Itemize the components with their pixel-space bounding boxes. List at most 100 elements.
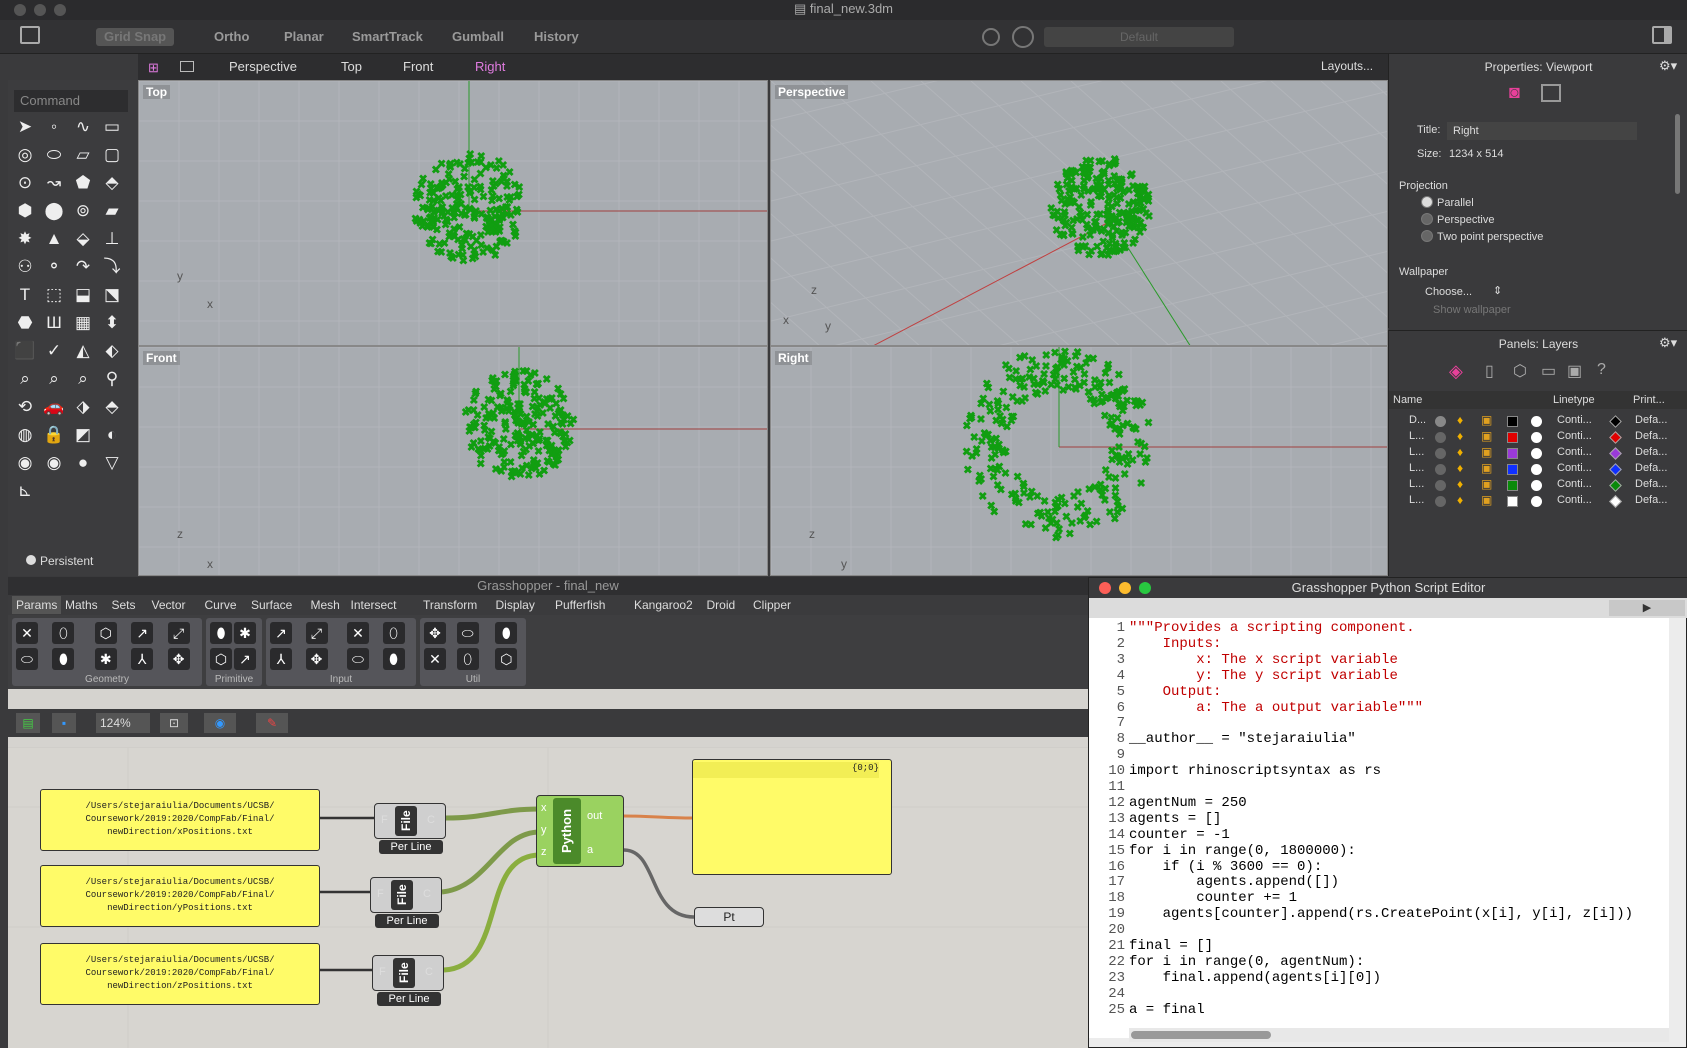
current-layer-icon[interactable] xyxy=(1435,416,1446,427)
current-layer-icon[interactable] xyxy=(1435,432,1446,443)
palette-component-icon[interactable]: ⬮ xyxy=(210,622,232,644)
current-layer-icon[interactable] xyxy=(1435,496,1446,507)
tool-icon-10[interactable]: ⬟ xyxy=(72,172,94,194)
palette-component-icon[interactable]: ⬯ xyxy=(382,622,405,644)
tool-icon-24[interactable]: T xyxy=(14,284,36,306)
layer-dropdown[interactable]: Default xyxy=(1044,27,1234,47)
tool-icon-48[interactable]: ◉ xyxy=(14,452,36,474)
gh-tab-params[interactable]: Params xyxy=(12,596,62,614)
material-icon[interactable] xyxy=(1531,432,1542,443)
code-area[interactable]: 1 """Provides a scripting component. 2 Inp… xyxy=(1089,618,1669,1038)
layer-linetype[interactable]: Conti... xyxy=(1557,478,1592,490)
tool-icon-12[interactable]: ⬢ xyxy=(14,200,36,222)
palette-component-icon[interactable]: ⬮ xyxy=(382,648,405,670)
gh-tab-curve[interactable]: Curve xyxy=(205,598,237,612)
sketch-pen-icon[interactable]: ✎ xyxy=(256,713,288,733)
layer-row[interactable]: L... ♦ ▣ Conti... Defa... xyxy=(1389,445,1687,461)
gear-icon[interactable]: ⚙▾ xyxy=(1659,335,1677,351)
palette-component-icon[interactable]: ✱ xyxy=(94,648,117,670)
tool-icon-47[interactable]: ◐ xyxy=(101,424,123,446)
layer-linetype[interactable]: Conti... xyxy=(1557,462,1592,474)
palette-component-icon[interactable]: ⬮ xyxy=(495,622,518,644)
zoom-button[interactable] xyxy=(54,4,66,16)
tool-icon-23[interactable]: ⤵ xyxy=(101,256,123,278)
radio-perspective[interactable] xyxy=(1421,213,1433,225)
current-layer-icon[interactable] xyxy=(1435,448,1446,459)
tool-icon-34[interactable]: ◭ xyxy=(72,340,94,362)
radio-two-point[interactable] xyxy=(1421,230,1433,242)
layouts-button[interactable]: Layouts... xyxy=(1321,59,1373,73)
layer-row[interactable]: L... ♦ ▣ Conti... Defa... xyxy=(1389,461,1687,477)
tool-icon-29[interactable]: Ш xyxy=(43,312,65,334)
tool-icon-32[interactable]: ⬛ xyxy=(14,340,36,362)
gh-tab-droid[interactable]: Droid xyxy=(707,598,736,612)
grasshopper-canvas[interactable]: /Users/stejaraiulia/Documents/UCSB/ Cour… xyxy=(8,747,1088,1048)
palette-component-icon[interactable]: ⬭ xyxy=(456,622,479,644)
tool-icon-36[interactable]: ⌕ xyxy=(14,368,36,390)
layer-print[interactable]: Defa... xyxy=(1635,478,1667,490)
palette-component-icon[interactable]: ⬡ xyxy=(210,648,232,670)
output-panel[interactable]: {0;0} xyxy=(692,759,892,875)
current-layer-icon[interactable] xyxy=(1435,480,1446,491)
gh-tab-pufferfish[interactable]: Pufferfish xyxy=(555,598,605,612)
palette-component-icon[interactable]: ✥ xyxy=(424,622,446,644)
palette-component-icon[interactable]: ↗ xyxy=(234,648,256,670)
file-path-panel-y[interactable]: /Users/stejaraiulia/Documents/UCSB/ Cour… xyxy=(40,865,320,927)
wallpaper-choose-dropdown[interactable]: Choose... xyxy=(1425,286,1472,298)
tool-icon-37[interactable]: ⌕ xyxy=(43,368,65,390)
tool-icon-40[interactable]: ⟲ xyxy=(14,396,36,418)
material-icon[interactable] xyxy=(1531,464,1542,475)
layer-color-swatch[interactable] xyxy=(1507,416,1518,427)
palette-component-icon[interactable]: ⬯ xyxy=(456,648,479,670)
palette-component-icon[interactable]: ⅄ xyxy=(131,648,154,670)
tool-icon-44[interactable]: ◍ xyxy=(14,424,36,446)
tool-icon-1[interactable]: ◦ xyxy=(43,116,65,138)
viewport-right[interactable]: ✖ ✖ ✖ ✖ ✖ ✖ ✖ ✖ ✖ ✖ ✖ ✖ ✖ ✖ ✖ ✖ ✖ ✖ ✖ ✖ ✖ ✖ ✖ ✖ ✖ ✖ ✖ ✖ ✖ ✖ ✖ ✖ ✖ ✖ ✖ ✖ ✖ ✖ ✖ ✖… xyxy=(770,346,1388,576)
planar-toggle[interactable]: Planar xyxy=(276,28,332,46)
persistent-radio-icon[interactable] xyxy=(26,555,36,565)
zoom-extents-icon[interactable]: ⊡ xyxy=(160,713,188,733)
tool-icon-39[interactable]: ⚲ xyxy=(101,368,123,390)
tool-icon-19[interactable]: ⊥ xyxy=(101,228,123,250)
tool-icon-41[interactable]: 🚗 xyxy=(43,396,65,418)
material-icon[interactable] xyxy=(1531,496,1542,507)
bulb-icon[interactable]: ♦ xyxy=(1457,445,1463,459)
tab-front[interactable]: Front xyxy=(403,59,433,74)
tool-icon-27[interactable]: ⬔ xyxy=(101,284,123,306)
tool-icon-5[interactable]: ⬭ xyxy=(43,144,65,166)
material-icon[interactable] xyxy=(1531,416,1542,427)
radio-parallel[interactable] xyxy=(1421,196,1433,208)
viewport-top[interactable]: ✖ ✖ ✖ ✖ ✖ ✖ ✖ ✖ ✖ ✖ ✖ ✖ ✖ ✖ ✖ ✖ ✖ ✖ ✖ ✖ ✖ ✖ ✖ ✖ ✖ ✖ ✖ ✖ ✖ ✖ ✖ ✖ ✖ ✖ ✖ ✖ ✖ ✖ ✖ ✖… xyxy=(138,80,768,346)
layer-linetype[interactable]: Conti... xyxy=(1557,494,1592,506)
gh-tab-display[interactable]: Display xyxy=(496,598,535,612)
tool-icon-46[interactable]: ◩ xyxy=(72,424,94,446)
tool-icon-26[interactable]: ⬓ xyxy=(72,284,94,306)
tool-icon-11[interactable]: ⬘ xyxy=(101,172,123,194)
tool-icon-0[interactable]: ➤ xyxy=(14,116,36,138)
gh-tab-vector[interactable]: Vector xyxy=(152,598,186,612)
tool-icon-4[interactable]: ◎ xyxy=(14,144,36,166)
palette-component-icon[interactable]: ✕ xyxy=(16,622,38,644)
gh-tab-surface[interactable]: Surface xyxy=(251,598,292,612)
preview-eye-icon[interactable]: ◉ xyxy=(204,713,236,733)
grid-layout-icon[interactable]: ⊞ xyxy=(148,60,159,76)
gh-tab-mesh[interactable]: Mesh xyxy=(311,598,340,612)
palette-component-icon[interactable]: ✱ xyxy=(234,622,256,644)
tool-icon-17[interactable]: ▲ xyxy=(43,228,65,250)
col-linetype[interactable]: Linetype xyxy=(1553,394,1595,406)
palette-component-icon[interactable]: ⬡ xyxy=(94,622,117,644)
tool-icon-3[interactable]: ▭ xyxy=(101,116,123,138)
palette-component-icon[interactable]: ✕ xyxy=(347,622,369,644)
layer-color-swatch[interactable] xyxy=(1507,464,1518,475)
bulb-icon[interactable]: ♦ xyxy=(1457,461,1463,475)
palette-component-icon[interactable]: ↗ xyxy=(131,622,154,644)
box-icon[interactable]: ⬡ xyxy=(1513,361,1527,381)
tool-icon-52[interactable]: ⊾ xyxy=(14,480,36,502)
layer-print[interactable]: Defa... xyxy=(1635,462,1667,474)
bulb-icon[interactable]: ♦ xyxy=(1457,429,1463,443)
layer-print[interactable]: Defa... xyxy=(1635,446,1667,458)
tool-icon-6[interactable]: ▱ xyxy=(72,144,94,166)
panels-toggle-icon[interactable] xyxy=(1652,26,1672,44)
layer-color-swatch[interactable] xyxy=(1507,432,1518,443)
close-button[interactable] xyxy=(1099,582,1111,594)
